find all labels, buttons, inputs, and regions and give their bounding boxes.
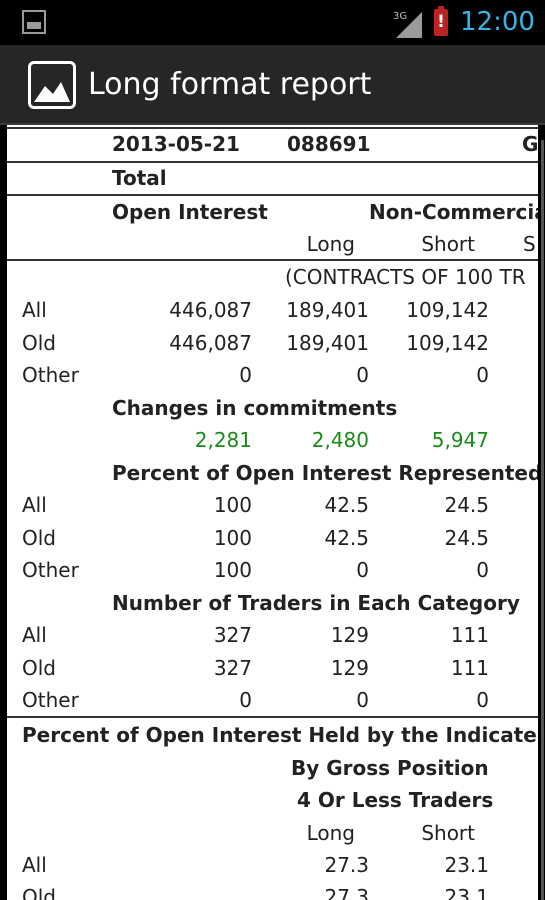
table-row: Other 100 0 0 <box>22 558 489 582</box>
table-row: Other 0 0 0 <box>22 688 489 712</box>
subsection-title: By Gross Position <box>291 756 489 780</box>
page-title: Long format report <box>88 67 372 102</box>
report-name-truncated: G <box>522 132 538 156</box>
section-title: Changes in commitments <box>112 396 398 420</box>
subsection-title: 4 Or Less Traders <box>297 788 494 812</box>
table-row: Old 100 42.5 24.5 <box>22 526 489 550</box>
table-row: All 100 42.5 24.5 <box>22 493 489 517</box>
report-date: 2013-05-21 <box>112 132 240 156</box>
table-row: Old 27.3 23.1 <box>22 885 489 900</box>
svg-text:3G: 3G <box>393 11 407 22</box>
table-row: Old 327 129 111 <box>22 656 489 680</box>
column-headers: Long Short S <box>7 228 538 260</box>
status-bar: 3G ! 12:00 <box>0 0 545 45</box>
contracts-note: (CONTRACTS OF 100 TR <box>285 265 526 289</box>
column-headers: Long Short <box>306 821 475 845</box>
report-header: 2013-05-21 088691 G <box>7 128 538 160</box>
gallery-notification-icon <box>22 10 46 34</box>
clock: 12:00 <box>460 7 535 37</box>
table-row: All 27.3 23.1 <box>22 853 489 877</box>
action-bar: Long format report <box>0 45 545 125</box>
spread-header: S <box>523 232 536 256</box>
open-interest-header: Open Interest <box>112 200 268 224</box>
section-title: Percent of Open Interest Held by the Ind… <box>22 723 538 747</box>
app-icon[interactable] <box>28 61 76 109</box>
section-title: Number of Traders in Each Category <box>112 591 520 615</box>
scrollbar[interactable] <box>541 140 544 900</box>
short-header: Short <box>421 232 475 256</box>
section-title: Percent of Open Interest Represented by <box>112 461 538 485</box>
image-icon <box>34 82 70 102</box>
long-header: Long <box>306 232 355 256</box>
table-row: Old 446,087 189,401 109,142 <box>22 331 489 355</box>
total-label: Total <box>112 166 167 190</box>
table-row: All 327 129 111 <box>22 623 489 647</box>
report-code: 088691 <box>287 132 371 156</box>
table-row: Other 0 0 0 <box>22 363 489 387</box>
report-content: 2013-05-21 088691 G Total Open Interest … <box>7 125 538 900</box>
signal-icon: 3G <box>393 11 422 38</box>
noncommercial-header: Non-Commercia <box>369 200 538 224</box>
column-group-headers: Open Interest Non-Commercia <box>7 196 538 228</box>
changes-row: 2,281 2,480 5,947 <box>194 428 489 452</box>
table-row: All 446,087 189,401 109,142 <box>22 298 489 322</box>
battery-icon: ! <box>434 6 448 36</box>
divider <box>7 716 538 718</box>
